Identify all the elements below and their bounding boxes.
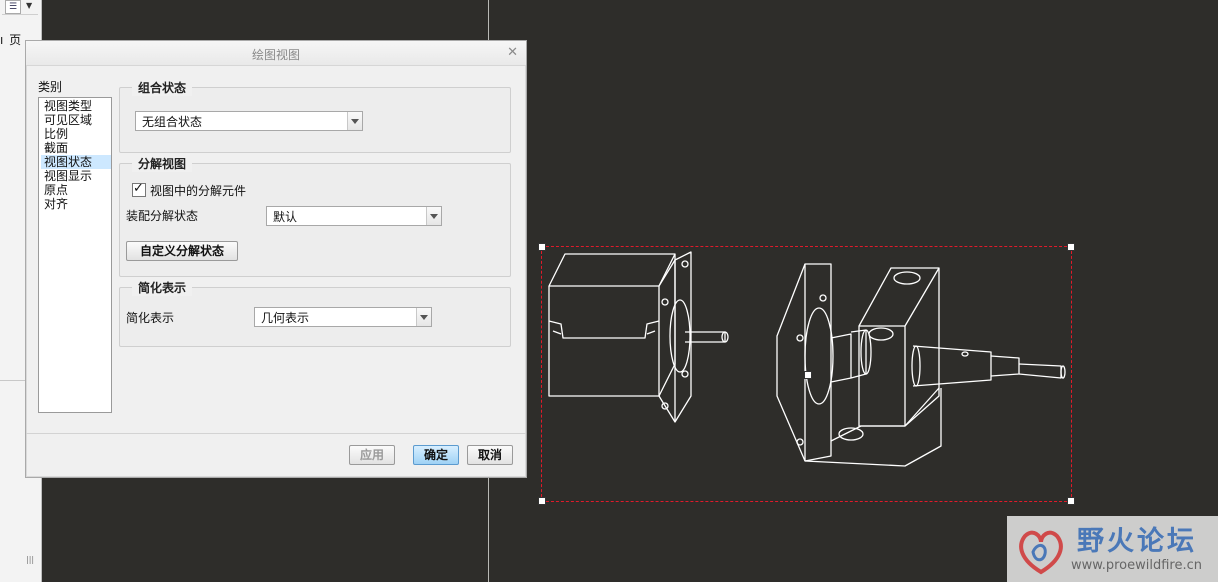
chevron-down-icon[interactable] bbox=[347, 112, 362, 130]
assembly-explode-state-label: 装配分解状态 bbox=[126, 209, 199, 223]
resize-handle-bottom-right[interactable] bbox=[1067, 497, 1075, 505]
simplified-rep-label: 简化表示 bbox=[126, 311, 175, 325]
side-text: ı 页 bbox=[0, 33, 23, 47]
view-origin-handle[interactable] bbox=[804, 371, 812, 379]
custom-explode-state-button[interactable]: 自定义分解状态 bbox=[126, 241, 238, 261]
chevron-down-icon[interactable]: ▼ bbox=[26, 1, 32, 10]
forum-logo bbox=[1019, 530, 1063, 575]
exploded-view-title: 分解视图 bbox=[132, 155, 193, 172]
combination-state-value: 无组合状态 bbox=[142, 115, 203, 129]
exploded-components-checkbox[interactable] bbox=[132, 181, 146, 197]
combination-state-select[interactable]: 无组合状态 bbox=[135, 111, 363, 131]
combination-state-group: 组合状态 无组合状态 bbox=[119, 79, 511, 153]
exploded-components-label: 视图中的分解元件 bbox=[150, 184, 247, 198]
simplified-rep-select[interactable]: 几何表示 bbox=[254, 307, 432, 327]
category-item-view-type[interactable]: 视图类型 bbox=[41, 99, 111, 113]
list-icon[interactable]: ☰ bbox=[5, 0, 21, 14]
category-label: 类别 bbox=[38, 80, 63, 94]
selection-frame[interactable] bbox=[538, 243, 1075, 505]
drawing-view-dialog: 绘图视图 ✕ 类别 视图类型 可见区域 比例 截面 视图状态 视图显示 原点 对… bbox=[25, 40, 527, 478]
close-icon[interactable]: ✕ bbox=[507, 45, 518, 60]
chevron-down-icon[interactable] bbox=[426, 207, 441, 225]
resize-handle-top-right[interactable] bbox=[1067, 243, 1075, 251]
category-item-origin[interactable]: 原点 bbox=[41, 183, 111, 197]
assembly-explode-state-select[interactable]: 默认 bbox=[266, 206, 442, 226]
category-item-view-states[interactable]: 视图状态 bbox=[41, 155, 111, 169]
watermark-url: www.proewildfire.cn bbox=[1071, 558, 1202, 573]
simplified-rep-value: 几何表示 bbox=[261, 311, 310, 325]
category-list[interactable]: 视图类型 可见区域 比例 截面 视图状态 视图显示 原点 对齐 bbox=[38, 97, 112, 413]
dialog-titlebar[interactable]: 绘图视图 ✕ bbox=[26, 41, 526, 66]
ok-button[interactable]: 确定 bbox=[413, 445, 459, 465]
resize-handle-top-left[interactable] bbox=[538, 243, 546, 251]
category-item-visible-area[interactable]: 可见区域 bbox=[41, 113, 111, 127]
chevron-down-icon[interactable] bbox=[416, 308, 431, 326]
simplified-rep-title: 简化表示 bbox=[132, 279, 193, 296]
dialog-footer-divider bbox=[26, 433, 526, 434]
assembly-explode-state-value: 默认 bbox=[273, 210, 298, 224]
apply-button[interactable]: 应用 bbox=[349, 445, 395, 465]
combination-state-title: 组合状态 bbox=[132, 79, 193, 96]
left-toolbar: ☰ ▼ bbox=[2, 0, 38, 15]
exploded-view-group: 分解视图 视图中的分解元件 装配分解状态 默认 自定义分解状态 bbox=[119, 155, 511, 277]
category-item-scale[interactable]: 比例 bbox=[41, 127, 111, 141]
cancel-button[interactable]: 取消 bbox=[467, 445, 513, 465]
resize-handle-bottom-left[interactable] bbox=[538, 497, 546, 505]
category-item-alignment[interactable]: 对齐 bbox=[41, 197, 111, 211]
category-item-view-display[interactable]: 视图显示 bbox=[41, 169, 111, 183]
dialog-title: 绘图视图 bbox=[251, 48, 300, 62]
watermark-title: 野火论坛 bbox=[1077, 526, 1197, 557]
forum-watermark: 野火论坛 www.proewildfire.cn bbox=[1007, 516, 1218, 582]
resize-grip-icon[interactable]: ||| bbox=[26, 555, 34, 564]
simplified-rep-group: 简化表示 简化表示 几何表示 bbox=[119, 279, 511, 347]
category-item-section[interactable]: 截面 bbox=[41, 141, 111, 155]
